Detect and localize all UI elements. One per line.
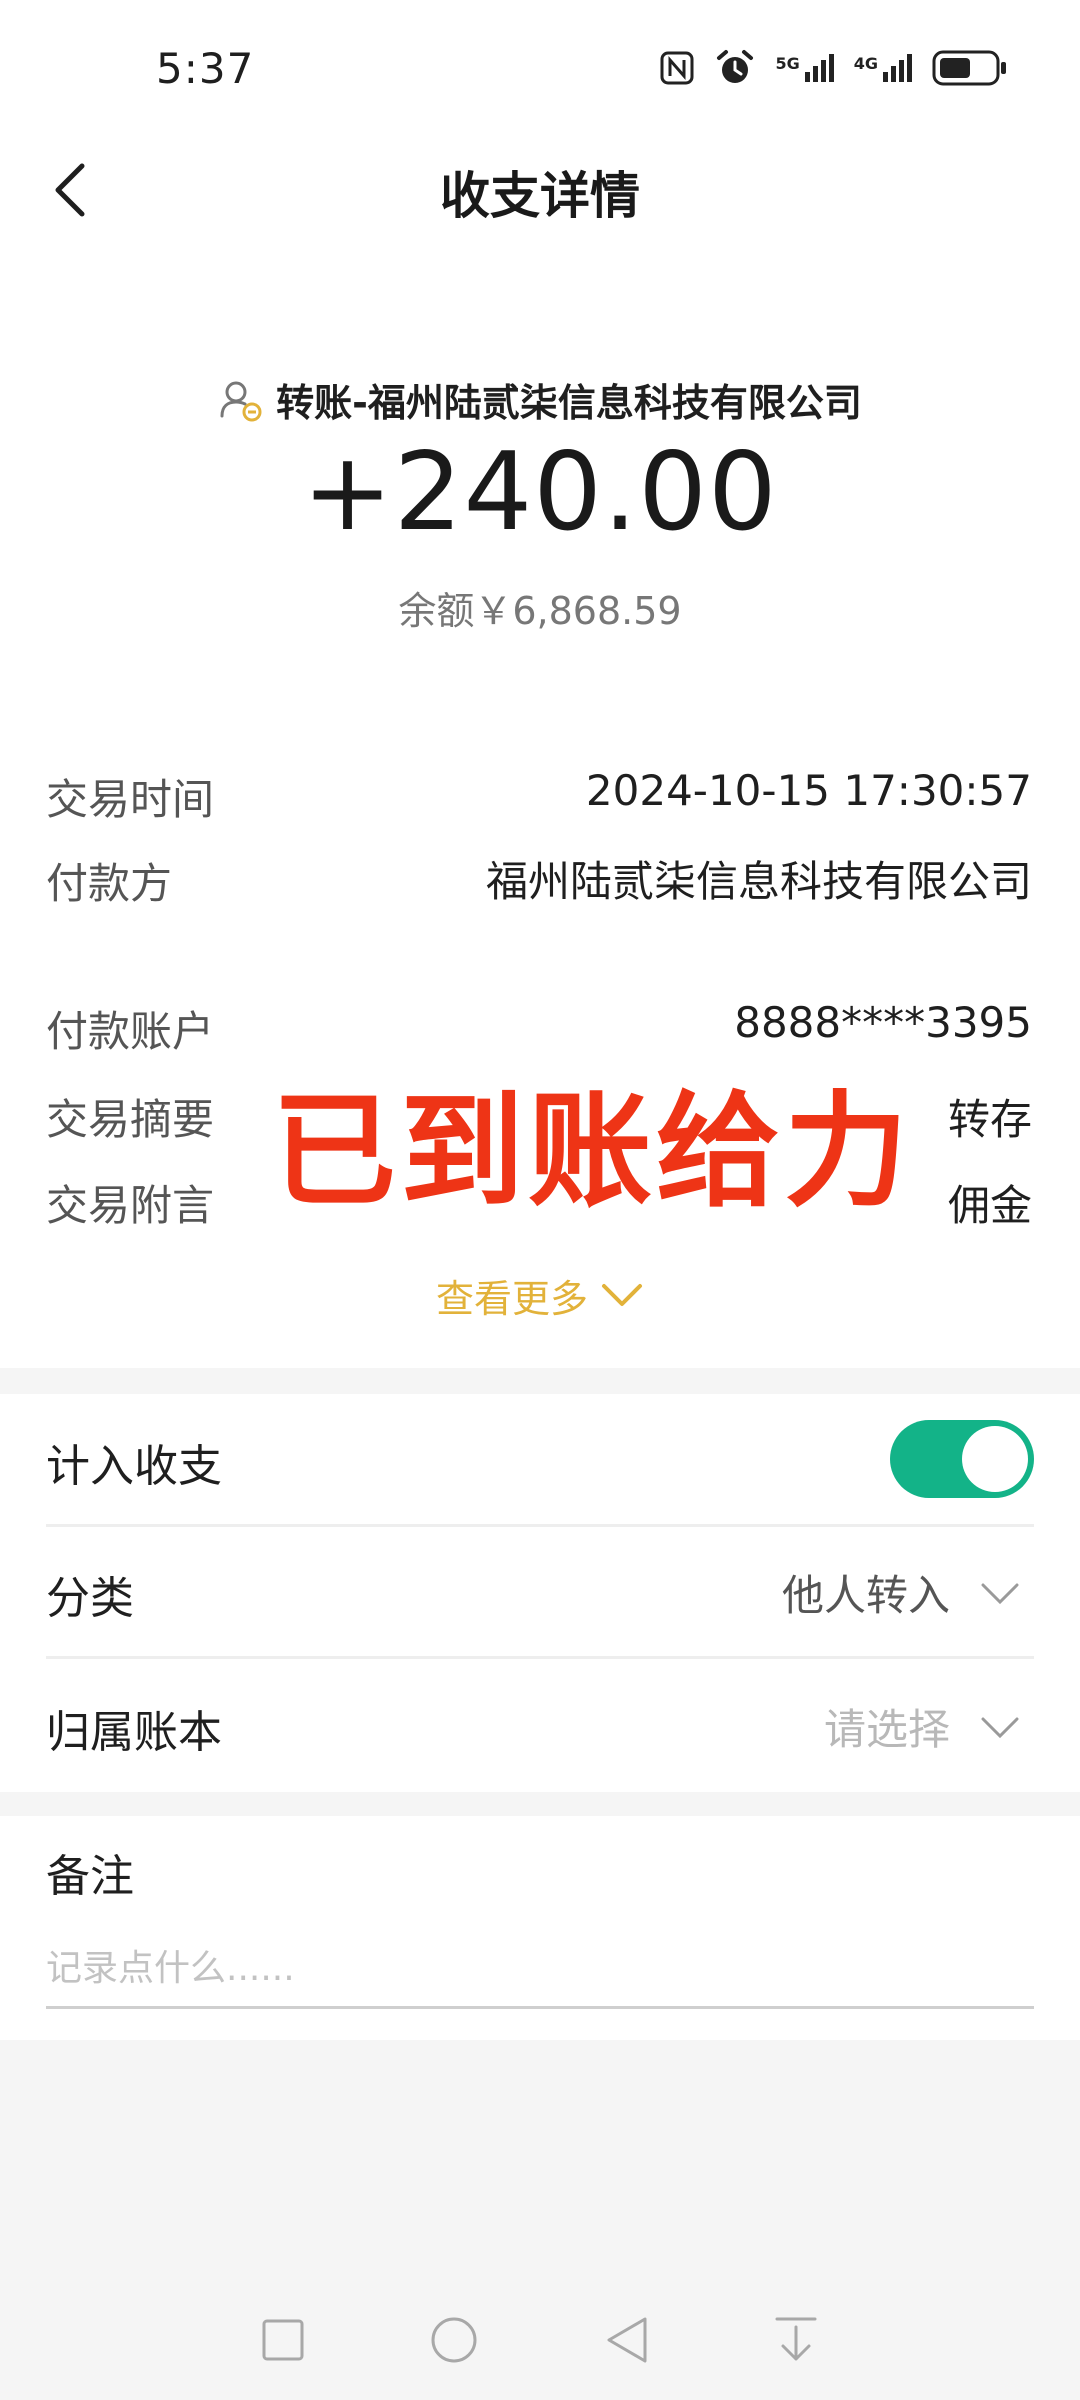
book-label: 归属账本 (46, 1707, 222, 1758)
view-more-button[interactable]: 查看更多 (0, 1268, 1080, 1323)
recent-apps-icon[interactable] (261, 2318, 305, 2362)
system-nav-bar (0, 2280, 1080, 2400)
toggle-knob (962, 1426, 1028, 1492)
transaction-amount: +240.00 (302, 430, 778, 555)
note-label: 备注 (46, 1851, 134, 1902)
book-value[interactable]: 请选择 (824, 1696, 950, 1757)
category-label: 分类 (46, 1573, 134, 1624)
section-divider (0, 1368, 1080, 1394)
counterparty-name: 转账-福州陆贰柒信息科技有限公司 (276, 381, 862, 425)
status-icons: 5G 4G (659, 48, 1008, 88)
chevron-down-icon (981, 1717, 1019, 1739)
nfc-icon (660, 51, 694, 85)
account-label: 付款账户 (46, 1007, 215, 1056)
view-more-label: 查看更多 (435, 1277, 588, 1321)
section-divider (0, 1792, 1080, 1816)
remark-label: 交易附言 (46, 1181, 215, 1230)
chevron-down-icon (981, 1583, 1019, 1605)
alarm-icon (717, 50, 754, 83)
signal-4g-icon: 4G (854, 54, 912, 82)
row-divider (46, 1656, 1034, 1659)
notification-shade-icon[interactable] (773, 2315, 819, 2365)
include-toggle[interactable] (890, 1420, 1034, 1498)
person-icon (220, 381, 262, 421)
counterparty-row: 转账-福州陆贰柒信息科技有限公司 (0, 372, 1080, 427)
payer-value: 福州陆贰柒信息科技有限公司 (485, 857, 1032, 906)
book-chevron[interactable] (980, 1716, 1020, 1744)
battery-icon (932, 50, 1006, 86)
time-label: 交易时间 (46, 775, 215, 824)
category-value[interactable]: 他人转入 (782, 1562, 950, 1623)
include-label: 计入收支 (46, 1441, 222, 1492)
row-divider (46, 1524, 1034, 1527)
remark-value: 佣金 (947, 1181, 1032, 1230)
account-value: 8888****3395 (734, 998, 1032, 1047)
category-chevron[interactable] (980, 1582, 1020, 1610)
bottom-background (0, 2040, 1080, 2280)
page-title: 收支详情 (440, 167, 640, 225)
balance-text: 余额￥6,868.59 (398, 589, 682, 633)
note-input[interactable] (46, 1930, 1034, 2009)
overlay-stamp-text: 已到账给力 (272, 1080, 913, 1224)
back-nav-icon[interactable] (603, 2315, 649, 2365)
home-icon[interactable] (429, 2315, 479, 2365)
summary-label: 交易摘要 (46, 1095, 215, 1144)
signal-5g-icon: 5G (775, 54, 834, 82)
payer-label: 付款方 (46, 859, 173, 908)
time-value: 2024-10-15 17:30:57 (585, 766, 1032, 815)
summary-value: 转存 (947, 1095, 1032, 1144)
chevron-down-icon (602, 1283, 642, 1306)
status-time: 5:37 (156, 44, 255, 93)
